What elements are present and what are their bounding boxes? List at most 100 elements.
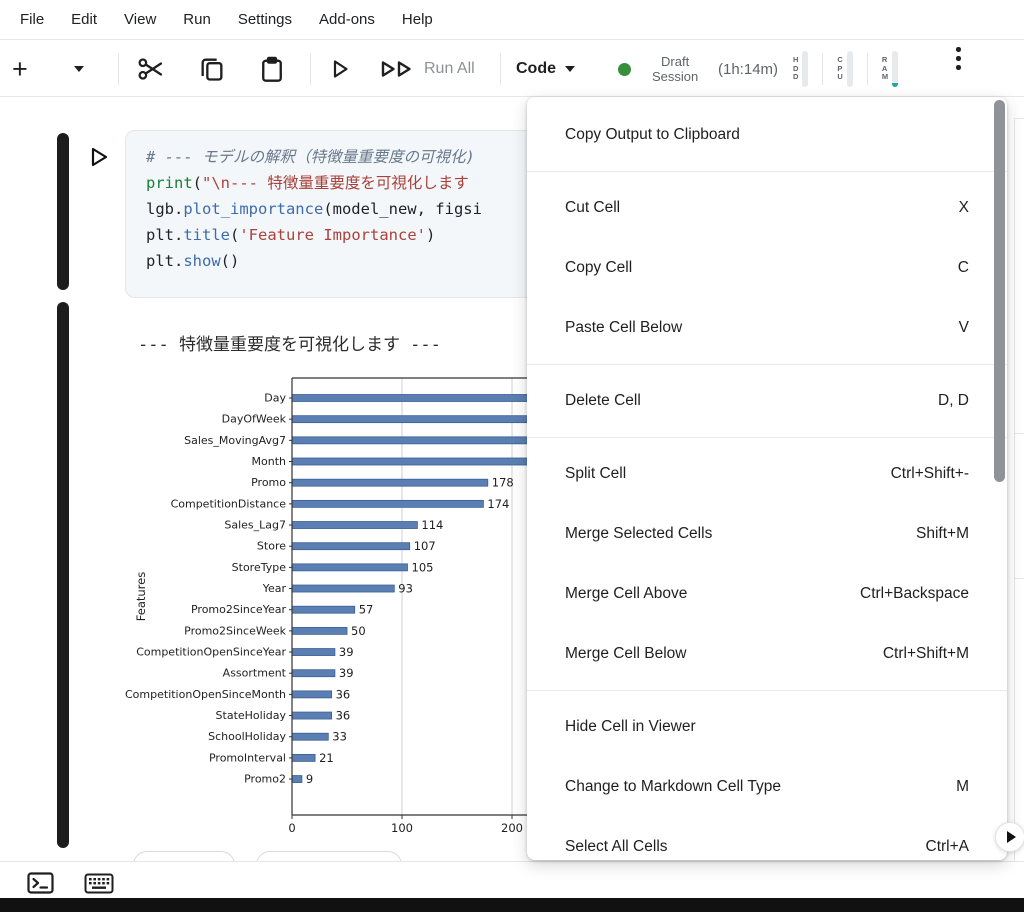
svg-text:21: 21	[319, 751, 334, 765]
right-panel-line	[1014, 433, 1024, 434]
svg-text:174: 174	[487, 497, 509, 511]
menu-item-shortcut: Ctrl+Shift+M	[883, 645, 969, 663]
svg-text:CompetitionOpenSinceMonth: CompetitionOpenSinceMonth	[125, 688, 286, 701]
menu-item-paste-cell-below[interactable]: Paste Cell Below V	[527, 298, 1007, 358]
menu-divider	[527, 364, 1007, 365]
code-cell-selection-bar[interactable]	[57, 133, 69, 290]
menubar-item-settings[interactable]: Settings	[238, 11, 292, 28]
run-this-cell-button[interactable]	[88, 146, 110, 168]
svg-text:Promo2: Promo2	[244, 773, 286, 786]
menubar: File Edit View Run Settings Add-ons Help	[0, 0, 1024, 40]
menubar-item-view[interactable]: View	[124, 11, 156, 28]
svg-text:Promo: Promo	[251, 476, 286, 489]
svg-text:Promo2SinceWeek: Promo2SinceWeek	[184, 624, 286, 637]
svg-text:107: 107	[414, 539, 436, 553]
menu-item-label: Copy Cell	[565, 259, 632, 277]
menu-item-copy-output-to-clipboard[interactable]: Copy Output to Clipboard	[527, 105, 1007, 165]
cpu-gauge-bar	[847, 51, 853, 87]
right-panel-divider	[1014, 118, 1015, 898]
more-options-button[interactable]	[948, 41, 969, 97]
right-panel-line	[1014, 578, 1024, 579]
menu-item-label: Merge Cell Above	[565, 585, 687, 603]
menu-item-copy-cell[interactable]: Copy Cell C	[527, 238, 1007, 298]
menu-item-select-all-cells[interactable]: Select All Cells Ctrl+A	[527, 817, 1007, 860]
fast-forward-icon	[380, 57, 416, 81]
svg-text:39: 39	[339, 666, 354, 680]
notebook-toolbar: + Run All Code DraftSession (1h:14m) HDD…	[0, 41, 1024, 97]
menu-item-delete-cell[interactable]: Delete CellD, D	[527, 371, 1007, 431]
add-cell-button[interactable]: +	[12, 41, 28, 97]
menu-item-merge-cell-below[interactable]: Merge Cell BelowCtrl+Shift+M	[527, 624, 1007, 684]
toolbar-divider	[500, 53, 501, 85]
menu-item-label: Select All Cells	[565, 838, 668, 856]
menu-item-split-cell[interactable]: Split CellCtrl+Shift+-	[527, 444, 1007, 504]
svg-text:200: 200	[501, 821, 523, 835]
svg-text:50: 50	[351, 624, 366, 638]
copy-cell-button[interactable]	[198, 41, 226, 97]
context-menu-scrollbar[interactable]	[994, 100, 1005, 482]
run-all-button[interactable]: Run All	[380, 41, 475, 97]
session-name-line2: Session	[652, 69, 698, 84]
code-line-3: lgb.plot_importance(model_new, figsi	[146, 196, 544, 222]
menu-item-label: Copy Output to Clipboard	[565, 126, 740, 144]
menu-divider	[527, 171, 1007, 172]
run-all-label: Run All	[424, 60, 475, 78]
svg-text:0: 0	[288, 821, 295, 835]
menu-item-shortcut: X	[959, 199, 969, 217]
svg-text:178: 178	[492, 476, 514, 490]
menu-item-shortcut: V	[959, 319, 969, 337]
menu-item-label: Merge Selected Cells	[565, 525, 712, 543]
svg-text:93: 93	[398, 582, 413, 596]
cut-cell-button[interactable]	[136, 41, 166, 97]
menubar-item-add-ons[interactable]: Add-ons	[319, 11, 375, 28]
play-icon	[328, 57, 352, 81]
chart-image: 0100200DayDayOfWeekSales_MovingAvg7Month…	[125, 370, 555, 855]
keyboard-icon	[84, 872, 114, 895]
keyboard-shortcuts-button[interactable]	[84, 872, 114, 900]
menubar-item-help[interactable]: Help	[402, 11, 433, 28]
svg-text:105: 105	[412, 560, 434, 574]
menu-item-shortcut: Ctrl+A	[926, 838, 970, 856]
hdd-gauge: HDD	[793, 51, 808, 87]
menu-item-hide-cell-in-viewer[interactable]: Hide Cell in Viewer	[527, 697, 1007, 757]
svg-text:Sales_MovingAvg7: Sales_MovingAvg7	[184, 434, 286, 447]
cell-type-dropdown[interactable]: Code	[516, 41, 575, 97]
cell-type-label: Code	[516, 60, 556, 78]
menu-divider	[527, 690, 1007, 691]
svg-text:57: 57	[359, 603, 374, 617]
chevron-down-icon	[74, 66, 84, 72]
menu-item-shortcut: Ctrl+Backspace	[860, 585, 969, 603]
menu-item-shortcut: Ctrl+Shift+-	[891, 465, 969, 483]
menubar-item-edit[interactable]: Edit	[71, 11, 97, 28]
menu-item-merge-cell-above[interactable]: Merge Cell Above Ctrl+Backspace	[527, 564, 1007, 624]
session-name: DraftSession	[652, 41, 698, 97]
svg-text:CompetitionOpenSinceYear: CompetitionOpenSinceYear	[136, 646, 286, 659]
menubar-item-file[interactable]: File	[20, 11, 44, 28]
collapse-panel-button[interactable]	[995, 822, 1024, 852]
svg-text:36: 36	[336, 687, 351, 701]
ram-gauge-label: RAM	[882, 56, 888, 82]
svg-text:SchoolHoliday: SchoolHoliday	[208, 730, 286, 743]
menu-item-shortcut: Shift+M	[916, 525, 969, 543]
code-editor[interactable]: # --- モデルの解釈（特徴量重要度の可視化)print("\n--- 特徴量…	[125, 130, 545, 298]
svg-text:Store: Store	[257, 540, 286, 553]
svg-text:Features: Features	[134, 572, 148, 621]
menu-item-change-to-markdown-cell-type[interactable]: Change to Markdown Cell TypeM	[527, 757, 1007, 817]
menu-item-cut-cell[interactable]: Cut CellX	[527, 178, 1007, 238]
paste-cell-button[interactable]	[258, 41, 286, 97]
menu-item-label: Paste Cell Below	[565, 319, 682, 337]
menu-item-merge-selected-cells[interactable]: Merge Selected Cells Shift+M	[527, 504, 1007, 564]
kebab-icon	[956, 47, 961, 52]
menu-item-label: Delete Cell	[565, 392, 641, 410]
svg-text:33: 33	[332, 730, 347, 744]
toolbar-divider	[822, 53, 823, 85]
run-cell-button[interactable]	[328, 41, 352, 97]
menu-item-shortcut: C	[958, 259, 969, 277]
ram-gauge-bar	[892, 51, 898, 87]
svg-text:Day: Day	[264, 392, 286, 405]
add-cell-dropdown[interactable]	[74, 41, 84, 97]
output-cell-selection-bar[interactable]	[57, 302, 69, 848]
svg-text:39: 39	[339, 645, 354, 659]
menubar-item-run[interactable]: Run	[183, 11, 211, 28]
console-button[interactable]	[27, 872, 54, 900]
